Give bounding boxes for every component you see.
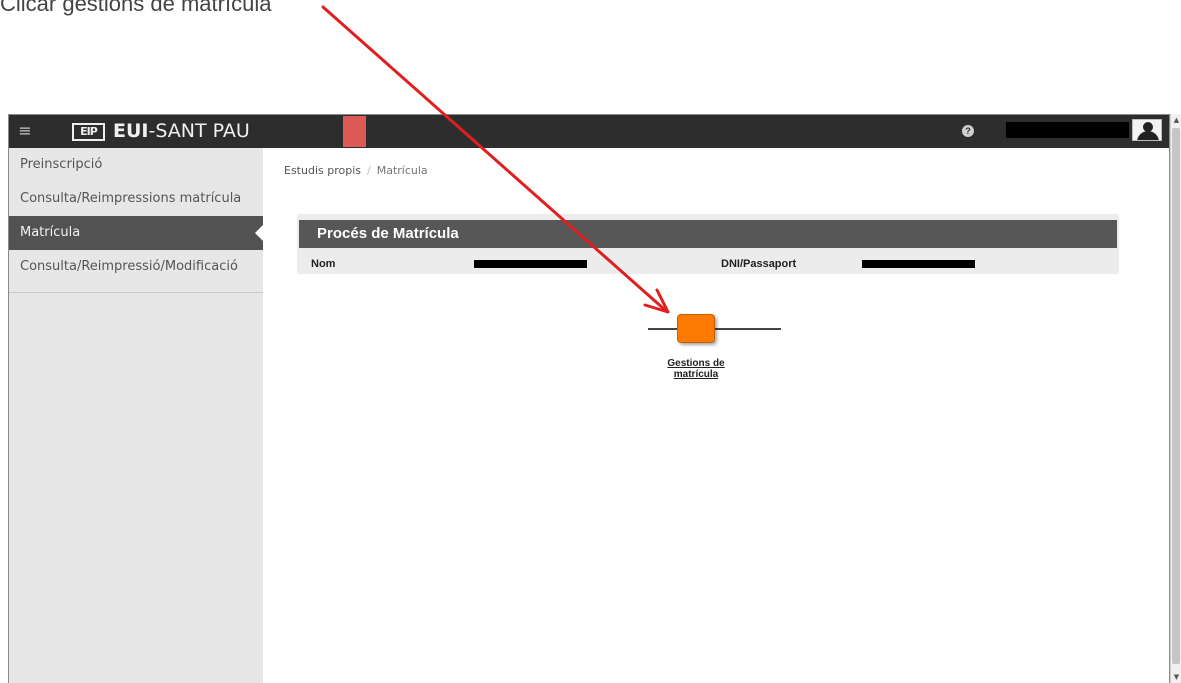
vertical-scrollbar[interactable]: ▲ ▼ bbox=[1170, 114, 1181, 683]
browser-window: ≡ EIP EUI-SANT PAU ? Preinscripció Consu… bbox=[8, 114, 1170, 683]
brand-rest: -SANT PAU bbox=[148, 120, 250, 142]
avatar-body-icon bbox=[1137, 131, 1159, 140]
sidebar-divider bbox=[9, 292, 263, 293]
hamburger-menu-icon[interactable]: ≡ bbox=[16, 120, 34, 142]
name-value-redacted bbox=[474, 260, 587, 268]
id-label: DNI/Passaport bbox=[721, 258, 797, 270]
help-icon[interactable]: ? bbox=[962, 125, 974, 137]
process-title: Procés de Matrícula bbox=[299, 220, 1117, 248]
main-content: Estudis propis / Matrícula Procés de Matrí… bbox=[263, 148, 1169, 683]
breadcrumb-current: Matrícula bbox=[376, 164, 428, 177]
step-line-right bbox=[715, 328, 781, 330]
step-line-left bbox=[648, 328, 678, 330]
sidebar-item-consulta-reimpressions[interactable]: Consulta/Reimpressions matrícula bbox=[9, 182, 263, 216]
sidebar-item-preinscripcio[interactable]: Preinscripció bbox=[9, 148, 263, 182]
id-value-redacted bbox=[862, 260, 975, 268]
avatar[interactable] bbox=[1132, 119, 1162, 141]
sidebar: Preinscripció Consulta/Reimpressions mat… bbox=[9, 148, 263, 683]
breadcrumb-root[interactable]: Estudis propis bbox=[284, 164, 361, 177]
brand-name[interactable]: EUI-SANT PAU bbox=[113, 120, 250, 142]
scroll-thumb[interactable] bbox=[1172, 128, 1180, 664]
sidebar-item-matricula[interactable]: Matrícula bbox=[9, 216, 263, 250]
gestions-de-matricula-link[interactable]: Gestions de matrícula bbox=[656, 358, 736, 380]
notification-tab[interactable] bbox=[343, 116, 366, 147]
breadcrumb: Estudis propis / Matrícula bbox=[284, 164, 428, 177]
top-navbar: ≡ EIP EUI-SANT PAU ? bbox=[9, 115, 1169, 148]
instruction-text: Clicar gestions de matrícula bbox=[0, 0, 272, 16]
sidebar-item-consulta-modificacio[interactable]: Consulta/Reimpressió/Modificació bbox=[9, 250, 263, 284]
scroll-down-arrow-icon[interactable]: ▼ bbox=[1172, 672, 1181, 682]
user-name-redacted[interactable] bbox=[1006, 122, 1129, 138]
logo-icon: EIP bbox=[72, 123, 105, 141]
name-label: Nom bbox=[311, 258, 336, 270]
process-panel: Procés de Matrícula Nom DNI/Passaport bbox=[297, 214, 1119, 274]
brand-bold: EUI bbox=[113, 120, 149, 142]
breadcrumb-separator: / bbox=[367, 164, 371, 177]
scroll-up-arrow-icon[interactable]: ▲ bbox=[1172, 115, 1181, 125]
gestions-de-matricula-step-button[interactable] bbox=[677, 314, 715, 343]
